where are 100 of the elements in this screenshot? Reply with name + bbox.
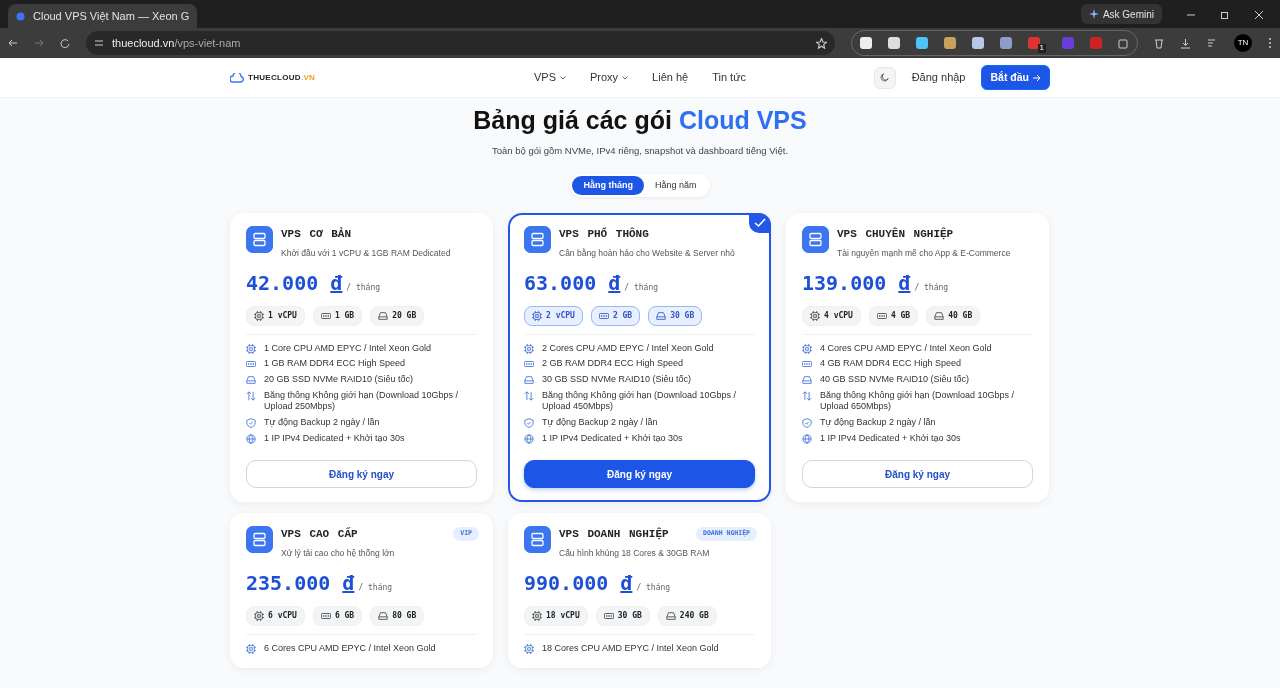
server-icon [246, 226, 273, 254]
feature-text: Băng thông Không giới hạn (Download 10Gbps / Upload 650Mbps) [820, 389, 1016, 413]
billing-tab[interactable]: Hằng năm [644, 175, 708, 196]
plan-name: VPS PHỔ THÔNG [559, 226, 650, 243]
drive-icon [378, 610, 389, 621]
cloud-logo-icon [230, 72, 244, 83]
page-subtitle: Toàn bộ gói gồm NVMe, IPv4 riêng, snapshot và dashboard tiếng Việt. [490, 143, 790, 158]
login-link[interactable]: Đăng nhập [911, 69, 966, 86]
star-icon[interactable] [815, 37, 827, 49]
feature-text: 4 GB RAM DDR4 ECC High Speed [820, 358, 962, 370]
nav-link[interactable]: Liên hệ [652, 69, 689, 86]
feature-text: 30 GB SSD NVMe RAID10 (Siêu tốc) [542, 373, 692, 386]
tab-title: Cloud VPS Việt Nam — Xeon G [33, 8, 190, 24]
plan-name: VPS CHUYÊN NGHIỆP [837, 226, 955, 243]
drive-icon [802, 374, 812, 385]
extension-icon[interactable] [943, 37, 956, 49]
arrow-right-icon [1033, 73, 1041, 82]
server-icon [246, 526, 273, 554]
download-icon[interactable] [1180, 37, 1191, 49]
trash-icon[interactable] [1154, 37, 1164, 49]
memory-icon [802, 359, 812, 370]
signup-button[interactable]: Đăng ký ngay [524, 460, 755, 489]
arrows-icon [246, 390, 256, 401]
memory-icon [876, 310, 887, 321]
page-heading: Bảng giá các gói Cloud VPS [472, 105, 808, 136]
arrows-icon [524, 390, 534, 401]
favicon-icon [16, 11, 25, 21]
server-icon [802, 226, 829, 254]
signup-button[interactable]: Đăng ký ngay [802, 460, 1033, 489]
nav-link[interactable]: Tin tức [712, 69, 747, 86]
plan-tagline: Cấu hình khủng 18 Cores & 30GB RAM [559, 546, 710, 560]
address-bar[interactable]: thuecloud.vn/vps-viet-nam [86, 31, 835, 55]
spec-label: 20 GB [392, 309, 417, 322]
globe-icon [246, 433, 256, 444]
spec-label: 1 vCPU [268, 309, 297, 322]
feature-text: 1 Core CPU AMD EPYC / Intel Xeon Gold [264, 342, 432, 355]
plan-tagline: Cân bằng hoàn hảo cho Website & Server nhỏ [559, 246, 735, 260]
back-icon[interactable] [8, 38, 18, 48]
memory-icon [246, 359, 256, 370]
memory-icon [320, 310, 331, 321]
extension-icon[interactable] [859, 37, 872, 49]
billing-period: / tháng [624, 281, 659, 294]
billing-tab[interactable]: Hằng tháng [572, 175, 644, 196]
get-started-button[interactable]: Bắt đầu [981, 64, 1050, 91]
feature-text: 1 GB RAM DDR4 ECC High Speed [264, 358, 406, 370]
feature-text: 4 Cores CPU AMD EPYC / Intel Xeon Gold [820, 342, 992, 355]
theme-toggle-button[interactable] [873, 66, 896, 89]
spec-label: 6 GB [334, 609, 355, 622]
chip-icon [524, 343, 534, 354]
memory-icon [598, 310, 609, 321]
extension-icon[interactable] [887, 37, 900, 49]
plan-price: 990.000 đ [524, 569, 633, 597]
brand-logo-text[interactable]: THUECLOUD.VN [248, 71, 316, 84]
profile-avatar[interactable]: TN [1234, 34, 1252, 52]
feature-text: Tự động Backup 2 ngày / lần [820, 416, 936, 429]
spec-label: 4 vCPU [824, 309, 853, 322]
chip-icon [810, 310, 820, 321]
plan-price: 235.000 đ [246, 569, 355, 597]
shield-icon [524, 417, 534, 428]
feature-text: Băng thông Không giới hạn (Download 10Gbps / Upload 250Mbps) [264, 389, 460, 413]
drive-icon [246, 374, 256, 385]
shield-icon [246, 417, 256, 428]
chip-icon [532, 610, 542, 621]
browser-tab[interactable]: Cloud VPS Việt Nam — Xeon G [8, 4, 198, 28]
more-icon[interactable] [1268, 37, 1272, 49]
billing-period: / tháng [914, 281, 949, 294]
spec-label: 240 GB [679, 609, 709, 622]
feature-text: 2 Cores CPU AMD EPYC / Intel Xeon Gold [542, 342, 714, 355]
server-icon [524, 526, 551, 554]
spec-label: 40 GB [948, 309, 973, 322]
extension-icon[interactable] [915, 37, 928, 49]
spec-label: 30 GB [617, 609, 642, 622]
signup-button[interactable]: Đăng ký ngay [246, 460, 477, 489]
forward-icon[interactable] [34, 38, 44, 48]
feature-text: Tự động Backup 2 ngày / lần [264, 416, 380, 429]
chip-icon [532, 310, 542, 321]
spec-label: 2 vCPU [546, 309, 575, 322]
spec-label: 18 vCPU [546, 609, 580, 622]
feature-text: 18 Cores CPU AMD EPYC / Intel Xeon Gold [542, 642, 719, 655]
feature-text: 1 IP IPv4 Dedicated + Khởi tạo 30s [542, 432, 683, 445]
nav-link-label: Proxy [589, 70, 619, 86]
sparkle-icon [1088, 9, 1099, 19]
memory-icon [603, 610, 614, 621]
spec-label: 1 GB [334, 309, 355, 322]
extension-icon[interactable] [999, 37, 1012, 49]
extension-icon[interactable] [971, 37, 984, 49]
reload-icon[interactable] [60, 38, 70, 48]
close-icon[interactable] [1254, 10, 1264, 20]
chip-icon [254, 610, 264, 621]
drive-icon [378, 310, 389, 321]
restore-icon[interactable] [1220, 10, 1230, 20]
memory-icon [320, 610, 331, 621]
feature-text: Băng thông Không giới hạn (Download 10Gbps / Upload 450Mbps) [542, 389, 738, 413]
billing-period: / tháng [346, 281, 381, 294]
feature-text: 6 Cores CPU AMD EPYC / Intel Xeon Gold [264, 642, 436, 655]
spec-label: 80 GB [392, 609, 417, 622]
spec-label: 30 GB [670, 309, 695, 322]
extensions-icon[interactable] [1118, 37, 1129, 49]
ask-gemini-button[interactable]: Ask Gemini [1080, 4, 1162, 24]
billing-period: / tháng [636, 581, 671, 594]
